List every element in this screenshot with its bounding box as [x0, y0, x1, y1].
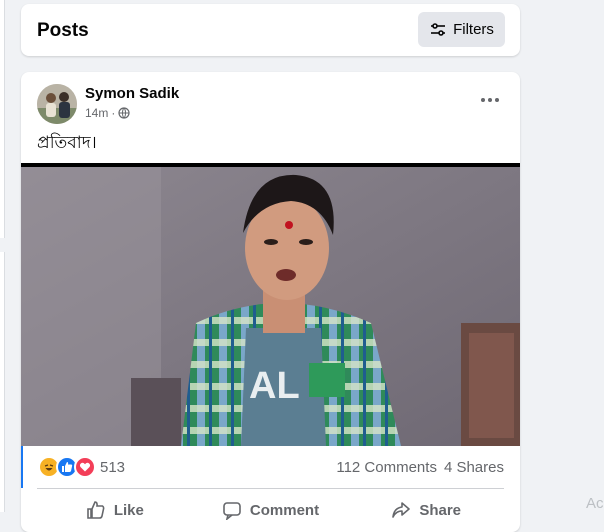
posts-header-card: Posts Filters [21, 4, 520, 56]
comment-button[interactable]: Comment [193, 492, 349, 528]
comment-label: Comment [249, 501, 320, 519]
like-icon [87, 501, 105, 519]
engagement-counts: 112 Comments 4 Shares [336, 459, 504, 476]
filters-icon [431, 22, 446, 36]
share-label: Share [419, 501, 462, 519]
globe-icon [118, 107, 130, 119]
accent-bar [21, 446, 23, 488]
post-time[interactable]: 14m [85, 106, 108, 120]
reaction-count[interactable]: 513 [100, 459, 125, 476]
post-actions: Like Comment Share [37, 492, 504, 528]
more-dot-icon [481, 98, 485, 102]
side-column-text: Ac [586, 495, 604, 512]
more-dot-icon [488, 98, 492, 102]
more-options-button[interactable] [478, 92, 502, 108]
posts-title: Posts [37, 20, 89, 41]
reaction-icons[interactable] [38, 456, 96, 478]
share-button[interactable]: Share [348, 492, 504, 528]
svg-text:AL: AL [249, 365, 300, 407]
meta-separator: · [111, 106, 116, 120]
avatar[interactable] [37, 84, 77, 124]
left-panel-edge-lower [0, 252, 5, 512]
post-card: Symon Sadik 14m · প্রতিবাদ। AL 513 112 C… [21, 72, 520, 532]
filters-label: Filters [453, 21, 494, 38]
comment-icon [223, 502, 241, 520]
divider [37, 488, 504, 489]
more-dot-icon [495, 98, 499, 102]
like-label: Like [113, 501, 144, 519]
post-meta: 14m · [85, 106, 130, 120]
author-name[interactable]: Symon Sadik [85, 85, 179, 102]
post-text: প্রতিবাদ। [37, 133, 97, 153]
shares-count[interactable]: 4 Shares [444, 459, 504, 476]
left-panel-edge [0, 0, 5, 238]
like-button[interactable]: Like [37, 492, 193, 528]
comments-count[interactable]: 112 Comments [336, 459, 437, 476]
post-media-image[interactable]: AL [21, 163, 520, 446]
share-icon [392, 502, 411, 518]
reactions-summary: 513 112 Comments 4 Shares [21, 446, 520, 488]
love-reaction-icon [74, 456, 96, 478]
filters-button[interactable]: Filters [418, 12, 505, 47]
